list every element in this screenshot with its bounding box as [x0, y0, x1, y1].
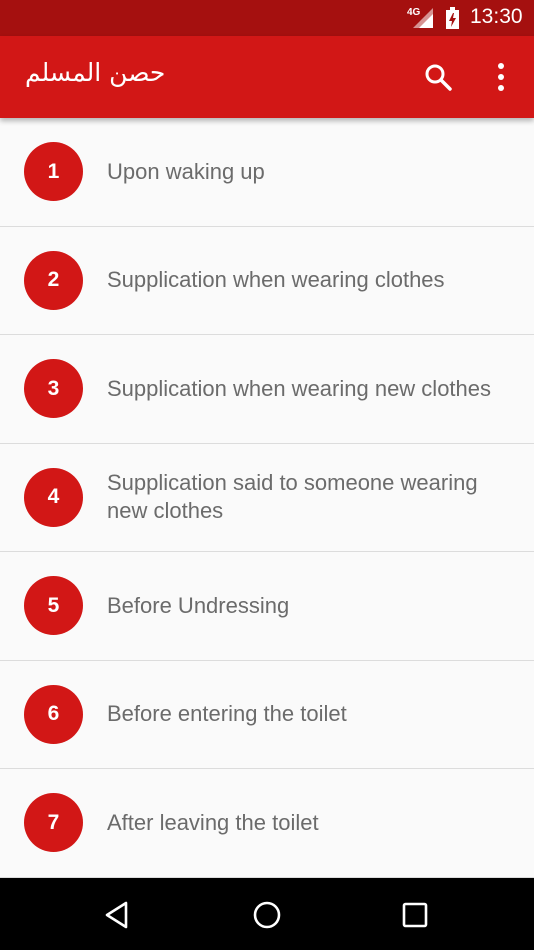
item-label: Upon waking up [107, 158, 265, 184]
list-item[interactable]: 5 Before Undressing [0, 552, 534, 661]
clock: 13:30 [470, 5, 523, 28]
list-item[interactable]: 3 Supplication when wearing new clothes [0, 335, 534, 444]
item-number-badge: 3 [24, 359, 83, 419]
home-icon[interactable] [250, 898, 284, 932]
supplication-list: 1 Upon waking up 2 Supplication when wea… [0, 118, 534, 878]
item-number-badge: 4 [24, 467, 83, 527]
item-label: Supplication when wearing clothes [107, 267, 445, 293]
list-item[interactable]: 7 After leaving the toilet [0, 769, 534, 878]
signal-icon [413, 8, 433, 28]
app-title: حصن المسلم [25, 58, 166, 87]
system-nav-bar [0, 878, 534, 950]
item-label: Supplication when wearing new clothes [107, 375, 492, 401]
list-item[interactable]: 1 Upon waking up [0, 118, 534, 227]
list-item[interactable]: 2 Supplication when wearing clothes [0, 227, 534, 335]
battery-charging-icon [446, 7, 459, 29]
more-vert-icon[interactable] [490, 61, 512, 93]
item-label: Supplication said to someone wearing new… [107, 470, 478, 524]
app-bar: حصن المسلم [0, 36, 534, 118]
item-number-badge: 7 [24, 793, 83, 853]
back-icon[interactable] [100, 898, 134, 932]
item-label: After leaving the toilet [107, 809, 319, 835]
item-label: Before entering the toilet [107, 701, 347, 727]
recents-icon[interactable] [398, 898, 432, 932]
list-item[interactable]: 6 Before entering the toilet [0, 661, 534, 769]
item-number-badge: 5 [24, 576, 83, 636]
list-item[interactable]: 4 Supplication said to someone wearing n… [0, 444, 534, 552]
item-number-badge: 6 [24, 684, 83, 744]
status-bar: 4G 13:30 [0, 0, 534, 36]
item-label: Before Undressing [107, 592, 290, 618]
item-number-badge: 2 [24, 250, 83, 310]
item-number-badge: 1 [24, 142, 83, 202]
search-icon[interactable] [424, 63, 452, 91]
